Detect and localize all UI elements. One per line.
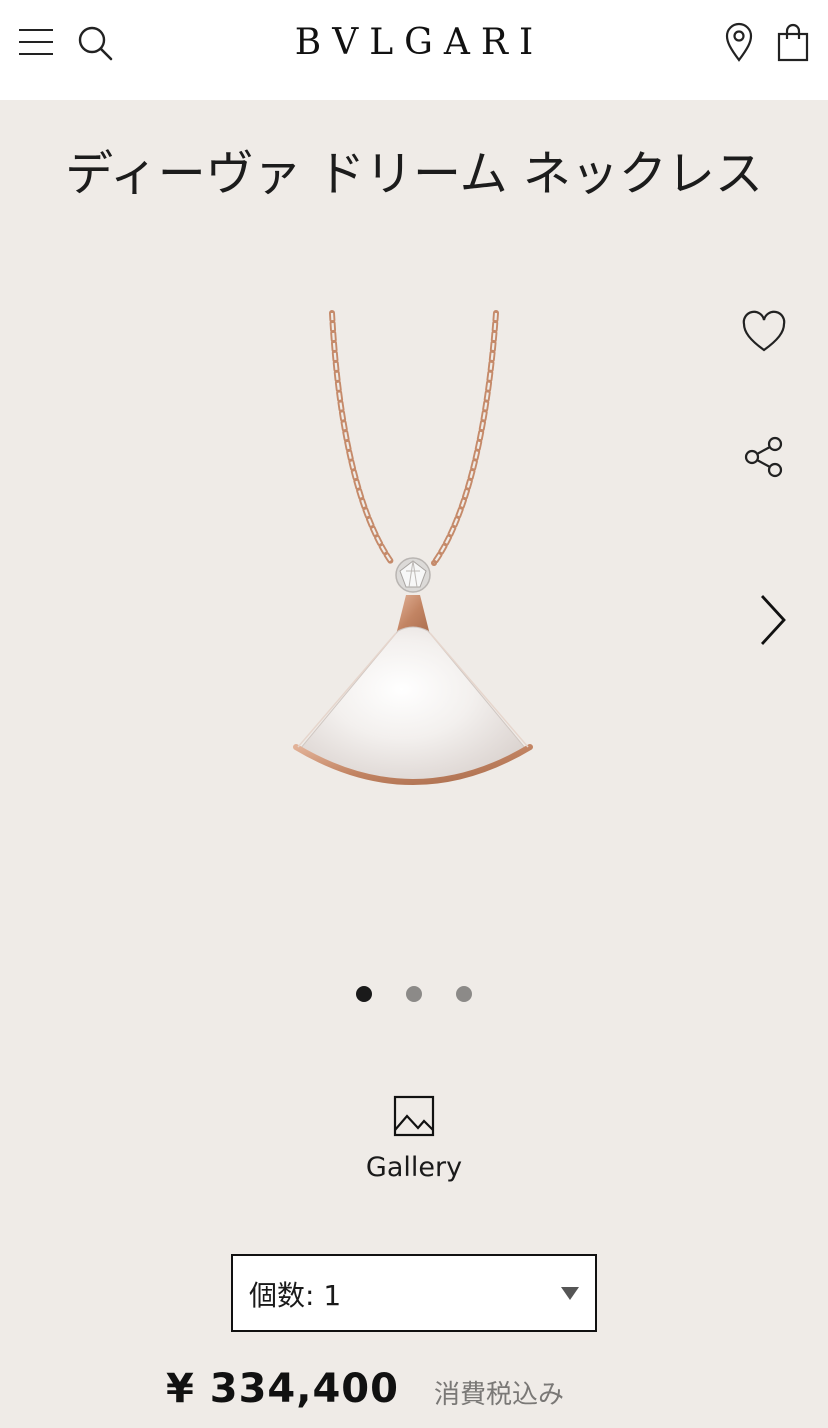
carousel-dot-2[interactable] (406, 986, 422, 1002)
search-icon (78, 26, 113, 61)
cart-button[interactable] (776, 22, 810, 62)
shopping-bag-icon (777, 23, 809, 62)
store-locator-button[interactable] (722, 22, 756, 62)
carousel-indicators (0, 986, 828, 1004)
search-button[interactable] (76, 24, 114, 62)
share-button[interactable] (740, 433, 788, 481)
quantity-value: 個数: 1 (249, 1279, 342, 1312)
necklace-image[interactable] (280, 305, 550, 815)
gallery-label: Gallery (365, 1152, 463, 1183)
site-header: BVLGARI (0, 0, 828, 100)
heart-icon (742, 310, 786, 352)
share-icon (744, 436, 783, 478)
image-gallery-icon (393, 1095, 435, 1137)
hamburger-menu-icon (19, 29, 53, 55)
quantity-select[interactable]: 個数: 1 (231, 1254, 597, 1332)
tax-included-note: 消費税込み (434, 1380, 565, 1410)
location-pin-icon (725, 22, 753, 62)
dropdown-arrow-icon (561, 1287, 579, 1300)
brand-logo[interactable]: BVLGARI (200, 22, 628, 63)
gallery-button[interactable]: Gallery (354, 1094, 474, 1194)
menu-button[interactable] (18, 24, 54, 60)
product-price: ¥ 334,400 (166, 1366, 399, 1412)
carousel-dot-3[interactable] (456, 986, 472, 1002)
carousel-dot-1[interactable] (356, 986, 372, 1002)
wishlist-button[interactable] (740, 308, 788, 356)
product-title: ディーヴァ ドリーム ネックレス (65, 146, 763, 202)
chevron-right-icon (760, 595, 786, 645)
next-image-button[interactable] (750, 590, 794, 650)
